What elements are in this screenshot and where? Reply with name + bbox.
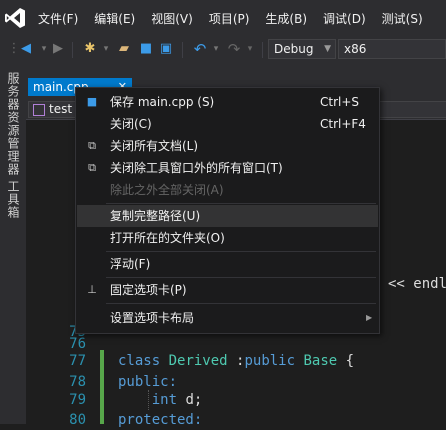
toolbar: ⋮ ◀ ▾ ▶ ✱ ▾ ▰ ■ ▣ ↶ ▾ ↷ ▾ Debug ▼ x86 xyxy=(0,36,446,64)
menu-item-label: 除此之外全部关闭(A) xyxy=(110,183,224,197)
menu-item-close[interactable]: 关闭(C) Ctrl+F4 xyxy=(77,113,378,135)
code-text: << endl xyxy=(388,276,446,292)
menu-file[interactable]: 文件(F) xyxy=(30,10,86,27)
code-line: 77 class Derived :public Base { xyxy=(26,351,446,371)
menu-item-label: 浮动(F) xyxy=(110,257,151,271)
platform-value: x86 xyxy=(344,42,367,56)
redo-icon[interactable]: ↷ xyxy=(226,41,242,57)
menu-item-label: 打开所在的文件夹(O) xyxy=(110,231,225,245)
platform-select[interactable]: x86 xyxy=(338,39,446,59)
server-explorer-tab[interactable]: 服务器资源管理器 xyxy=(5,72,22,176)
menu-item-label: 固定选项卡(P) xyxy=(110,283,187,297)
undo-icon[interactable]: ↶ xyxy=(192,41,208,57)
menu-item-label: 保存 main.cpp (S) xyxy=(110,95,215,109)
menu-item-label: 复制完整路径(U) xyxy=(110,209,201,223)
menu-item-copy-full-path[interactable]: 复制完整路径(U) xyxy=(77,205,378,227)
back-icon[interactable]: ◀ xyxy=(18,41,34,57)
menu-view[interactable]: 视图(V) xyxy=(143,10,201,27)
menu-item-save[interactable]: ■ 保存 main.cpp (S) Ctrl+S xyxy=(77,91,378,113)
line-number: 78 xyxy=(69,374,86,390)
menu-debug[interactable]: 调试(D) xyxy=(315,10,374,27)
menu-separator xyxy=(106,203,376,204)
save-icon[interactable]: ■ xyxy=(138,41,154,57)
project-icon xyxy=(33,104,45,116)
menu-item-label: 关闭所有文档(L) xyxy=(110,139,199,153)
close-all-icon: ⧉ xyxy=(88,139,96,152)
menu-item-label: 关闭(C) xyxy=(110,117,152,131)
code-line: 79 int d; xyxy=(26,390,446,410)
menu-item-label: 设置选项卡布局 xyxy=(110,311,195,325)
open-folder-icon[interactable]: ▰ xyxy=(116,41,132,57)
left-tool-strip: 服务器资源管理器 工具箱 xyxy=(0,64,26,424)
menu-item-label: 关闭除工具窗口外的所有窗口(T) xyxy=(110,161,283,175)
dropdown-arrow-icon[interactable]: ▾ xyxy=(208,41,224,57)
configuration-value: Debug xyxy=(274,42,314,56)
menu-item-float[interactable]: 浮动(F) xyxy=(77,253,378,275)
configuration-select[interactable]: Debug ▼ xyxy=(268,39,336,59)
close-except-icon: ⧉ xyxy=(88,161,96,174)
menu-item-pin-tab[interactable]: ⊥ 固定选项卡(P) xyxy=(77,279,378,301)
menu-item-shortcut: Ctrl+S xyxy=(320,95,360,109)
code-text: int d; xyxy=(151,392,203,408)
menu-item-tab-layout[interactable]: 设置选项卡布局 ▶ xyxy=(77,307,378,329)
toolbar-separator xyxy=(262,42,263,58)
code-line: 78 public: xyxy=(26,372,446,392)
line-number: 80 xyxy=(69,412,86,428)
menu-item-close-all-but-this: 除此之外全部关闭(A) xyxy=(77,179,378,201)
dropdown-arrow-icon[interactable]: ▾ xyxy=(242,41,258,57)
tab-context-menu: ■ 保存 main.cpp (S) Ctrl+S 关闭(C) Ctrl+F4 ⧉… xyxy=(75,87,380,334)
visual-studio-logo-icon xyxy=(5,8,25,28)
menu-edit[interactable]: 编辑(E) xyxy=(86,10,143,27)
dropdown-arrow-icon[interactable]: ▾ xyxy=(98,41,114,57)
project-scope-value: test xyxy=(49,102,73,116)
new-project-icon[interactable]: ✱ xyxy=(82,41,98,57)
save-icon: ■ xyxy=(86,95,98,108)
code-text: class Derived :public Base { xyxy=(118,353,355,369)
menu-item-close-all-documents[interactable]: ⧉ 关闭所有文档(L) xyxy=(77,135,378,157)
code-text: public: xyxy=(118,374,178,390)
line-number: 77 xyxy=(69,353,86,369)
menu-separator xyxy=(106,251,376,252)
menu-item-close-all-but-tool-windows[interactable]: ⧉ 关闭除工具窗口外的所有窗口(T) xyxy=(77,157,378,179)
pin-icon: ⊥ xyxy=(87,283,97,296)
menu-separator xyxy=(106,303,376,304)
menu-project[interactable]: 项目(P) xyxy=(201,10,258,27)
menu-test[interactable]: 测试(S) xyxy=(374,10,431,27)
save-all-icon[interactable]: ▣ xyxy=(158,41,174,57)
toolbar-separator xyxy=(182,42,183,58)
chevron-down-icon: ▼ xyxy=(324,44,331,54)
forward-icon[interactable]: ▶ xyxy=(50,41,66,57)
code-line: 80 protected: xyxy=(26,410,446,430)
code-text: protected: xyxy=(118,412,203,428)
menu-build[interactable]: 生成(B) xyxy=(257,10,315,27)
menu-bar: 文件(F) 编辑(E) 视图(V) 项目(P) 生成(B) 调试(D) 测试(S… xyxy=(0,0,446,36)
menu-item-shortcut: Ctrl+F4 xyxy=(320,117,366,131)
menu-separator xyxy=(106,277,376,278)
menu-item-open-containing-folder[interactable]: 打开所在的文件夹(O) xyxy=(77,227,378,249)
toolbar-separator xyxy=(72,42,73,58)
line-number: 79 xyxy=(69,392,86,408)
submenu-arrow-icon: ▶ xyxy=(366,313,373,322)
toolbox-tab[interactable]: 工具箱 xyxy=(5,180,22,219)
